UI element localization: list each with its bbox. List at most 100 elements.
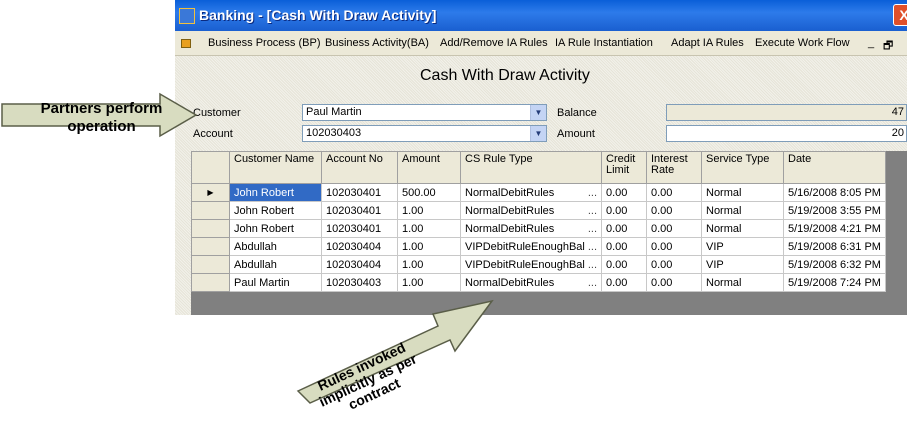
cell-service-type[interactable]: VIP — [701, 255, 784, 274]
account-combo[interactable]: 102030403 ▼ — [302, 125, 547, 142]
table-row[interactable]: ▶ John Robert 102030401 500.00 NormalDebitRu… — [191, 183, 886, 202]
cell-value: VIPDebitRuleEnoughBal — [465, 240, 585, 253]
chevron-down-icon[interactable]: ▼ — [530, 126, 546, 141]
cell-interest-rate[interactable]: 0.00 — [646, 255, 702, 274]
cell-credit-limit[interactable]: 0.00 — [601, 201, 647, 220]
chevron-down-icon[interactable]: ▼ — [530, 105, 546, 120]
cell-interest-rate[interactable]: 0.00 — [646, 183, 702, 202]
cell-amount[interactable]: 1.00 — [397, 219, 461, 238]
ellipsis-button[interactable]: ... — [588, 187, 597, 199]
cell-cs-rule-type[interactable]: NormalDebitRules... — [460, 183, 602, 202]
transactions-grid[interactable]: Customer Name Account No Amount CS Rule … — [191, 151, 907, 315]
cell-value: 1.00 — [402, 258, 424, 271]
ellipsis-button[interactable]: ... — [588, 205, 597, 217]
cell-interest-rate[interactable]: 0.00 — [646, 237, 702, 256]
menu-execute-work-flow[interactable]: Execute Work Flow — [755, 37, 850, 49]
cell-service-type[interactable]: Normal — [701, 273, 784, 292]
cell-value: Normal — [706, 276, 742, 289]
cell-account-no[interactable]: 102030401 — [321, 183, 398, 202]
cell-service-type[interactable]: Normal — [701, 183, 784, 202]
cell-cs-rule-type[interactable]: NormalDebitRules... — [460, 219, 602, 238]
cell-cs-rule-type[interactable]: NormalDebitRules... — [460, 201, 602, 220]
menu-add-remove-ia-rules[interactable]: Add/Remove IA Rules — [440, 37, 548, 49]
row-header[interactable] — [191, 237, 230, 256]
ellipsis-button[interactable]: ... — [588, 277, 597, 289]
cell-account-no[interactable]: 102030401 — [321, 201, 398, 220]
column-header-amount[interactable]: Amount — [397, 151, 461, 184]
row-header[interactable] — [191, 273, 230, 292]
row-header[interactable] — [191, 219, 230, 238]
ellipsis-button[interactable]: ... — [588, 259, 597, 271]
menu-business-process[interactable]: Business Process (BP) — [208, 37, 320, 49]
column-header-account-no[interactable]: Account No — [321, 151, 398, 184]
table-row[interactable]: Paul Martin 102030403 1.00 NormalDebitRules… — [191, 273, 886, 292]
mdi-child-icon[interactable] — [181, 39, 191, 48]
cell-value: Normal — [706, 222, 742, 235]
cell-account-no[interactable]: 102030401 — [321, 219, 398, 238]
cell-interest-rate[interactable]: 0.00 — [646, 219, 702, 238]
cell-date[interactable]: 5/19/2008 7:24 PM — [783, 273, 886, 292]
cell-credit-limit[interactable]: 0.00 — [601, 183, 647, 202]
table-row[interactable]: John Robert 102030401 1.00 NormalDebitRules… — [191, 219, 886, 238]
cell-service-type[interactable]: Normal — [701, 219, 784, 238]
cell-service-type[interactable]: VIP — [701, 237, 784, 256]
cell-interest-rate[interactable]: 0.00 — [646, 201, 702, 220]
cell-date[interactable]: 5/19/2008 4:21 PM — [783, 219, 886, 238]
mdi-minimize-button[interactable]: _ — [868, 37, 874, 49]
cell-service-type[interactable]: Normal — [701, 201, 784, 220]
column-header-credit-limit[interactable]: Credit Limit — [601, 151, 647, 184]
cell-interest-rate[interactable]: 0.00 — [646, 273, 702, 292]
row-header[interactable] — [191, 255, 230, 274]
customer-combo[interactable]: Paul Martin ▼ — [302, 104, 547, 121]
cell-date[interactable]: 5/19/2008 6:32 PM — [783, 255, 886, 274]
cell-value: 0.00 — [606, 258, 628, 271]
cell-amount[interactable]: 1.00 — [397, 273, 461, 292]
cell-account-no[interactable]: 102030404 — [321, 237, 398, 256]
row-header[interactable] — [191, 201, 230, 220]
mdi-restore-button[interactable]: 🗗 — [883, 37, 893, 56]
cell-customer-name[interactable]: John Robert — [229, 219, 322, 238]
cell-credit-limit[interactable]: 0.00 — [601, 219, 647, 238]
cell-amount[interactable]: 1.00 — [397, 237, 461, 256]
cell-credit-limit[interactable]: 0.00 — [601, 237, 647, 256]
cell-date[interactable]: 5/19/2008 3:55 PM — [783, 201, 886, 220]
ellipsis-button[interactable]: ... — [588, 241, 597, 253]
cell-cs-rule-type[interactable]: NormalDebitRules... — [460, 273, 602, 292]
row-header[interactable]: ▶ — [191, 183, 230, 202]
cell-customer-name[interactable]: John Robert — [229, 183, 322, 202]
cell-value: 0.00 — [651, 240, 673, 253]
cell-credit-limit[interactable]: 0.00 — [601, 273, 647, 292]
table-row[interactable]: Abdullah 102030404 1.00 VIPDebitRuleEnoughB… — [191, 237, 886, 256]
cell-customer-name[interactable]: Paul Martin — [229, 273, 322, 292]
cell-account-no[interactable]: 102030403 — [321, 273, 398, 292]
column-header-date[interactable]: Date — [783, 151, 886, 184]
menu-adapt-ia-rules[interactable]: Adapt IA Rules — [671, 37, 744, 49]
balance-label: Balance — [557, 107, 597, 119]
cell-customer-name[interactable]: Abdullah — [229, 237, 322, 256]
cell-customer-name[interactable]: John Robert — [229, 201, 322, 220]
column-header-service-type[interactable]: Service Type — [701, 151, 784, 184]
column-header-customer-name[interactable]: Customer Name — [229, 151, 322, 184]
table-row[interactable]: John Robert 102030401 1.00 NormalDebitRules… — [191, 201, 886, 220]
menu-ia-rule-instantiation[interactable]: IA Rule Instantiation — [555, 37, 653, 49]
cell-date[interactable]: 5/16/2008 8:05 PM — [783, 183, 886, 202]
table-row[interactable]: Abdullah 102030404 1.00 VIPDebitRuleEnoughB… — [191, 255, 886, 274]
cell-cs-rule-type[interactable]: VIPDebitRuleEnoughBal... — [460, 237, 602, 256]
cell-value: 1.00 — [402, 276, 424, 289]
cell-customer-name[interactable]: Abdullah — [229, 255, 322, 274]
amount-field[interactable]: 20 — [666, 125, 907, 142]
cell-account-no[interactable]: 102030404 — [321, 255, 398, 274]
cell-cs-rule-type[interactable]: VIPDebitRuleEnoughBal... — [460, 255, 602, 274]
title-bar[interactable]: Banking - [Cash With Draw Activity] X — [175, 0, 907, 31]
cell-value: NormalDebitRules — [465, 204, 555, 217]
ellipsis-button[interactable]: ... — [588, 223, 597, 235]
close-button[interactable]: X — [893, 4, 907, 26]
column-header-cs-rule-type[interactable]: CS Rule Type — [460, 151, 602, 184]
cell-amount[interactable]: 500.00 — [397, 183, 461, 202]
cell-amount[interactable]: 1.00 — [397, 201, 461, 220]
cell-credit-limit[interactable]: 0.00 — [601, 255, 647, 274]
cell-date[interactable]: 5/19/2008 6:31 PM — [783, 237, 886, 256]
column-header-interest-rate[interactable]: Interest Rate — [646, 151, 702, 184]
menu-business-activity[interactable]: Business Activity(BA) — [325, 37, 429, 49]
cell-amount[interactable]: 1.00 — [397, 255, 461, 274]
